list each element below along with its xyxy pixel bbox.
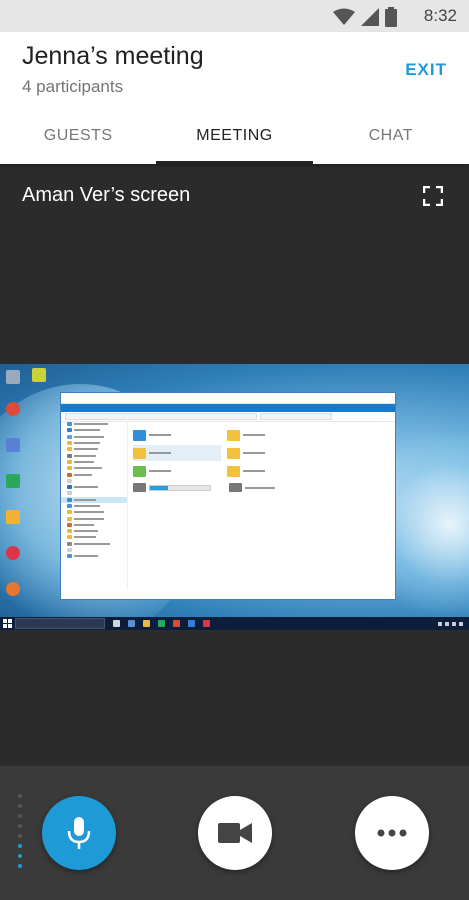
desktop-icon [6,438,20,452]
shared-screen-title: Aman Ver’s screen [22,184,191,206]
tab-meeting[interactable]: MEETING [156,124,313,164]
desktop-icon [6,510,20,524]
tab-bar: GUESTS MEETING CHAT [0,124,469,164]
signal-icon [361,8,379,26]
folder-view [133,425,391,587]
taskbar-search-box [15,618,105,629]
desktop-icon [32,368,46,382]
clock: 8:32 [423,6,457,25]
shared-screen-view[interactable] [0,364,469,630]
participant-count: 4 participants [22,77,124,96]
desktop-icon [6,582,20,596]
navigation-pane [61,421,128,589]
meeting-title: Jenna’s meeting [22,42,204,70]
windows-taskbar [0,617,469,630]
tab-chat[interactable]: CHAT [313,124,469,164]
microphone-button[interactable] [42,796,116,870]
windows-start-icon [3,619,12,628]
desktop-icon [6,402,20,416]
meeting-header: Jenna’s meeting 4 participants EXIT GUES… [0,32,469,164]
window-titlebar [61,393,395,404]
audio-level-indicator [18,794,24,874]
more-horizontal-icon [377,829,407,837]
system-tray [438,621,463,626]
video-camera-icon [218,823,252,843]
microphone-icon [67,817,91,849]
more-options-button[interactable] [355,796,429,870]
camera-button[interactable] [198,796,272,870]
desktop-icon [6,370,20,384]
desktop-icon [6,546,20,560]
file-explorer-window [60,392,396,600]
desktop-icon [6,474,20,488]
status-bar: 8:32 [0,0,469,32]
wifi-icon [333,8,355,25]
battery-icon [385,7,397,27]
window-ribbon [61,404,395,412]
call-controls [0,766,469,900]
tab-guests[interactable]: GUESTS [0,124,156,164]
exit-button[interactable]: EXIT [405,60,447,80]
fullscreen-icon[interactable] [423,186,443,206]
